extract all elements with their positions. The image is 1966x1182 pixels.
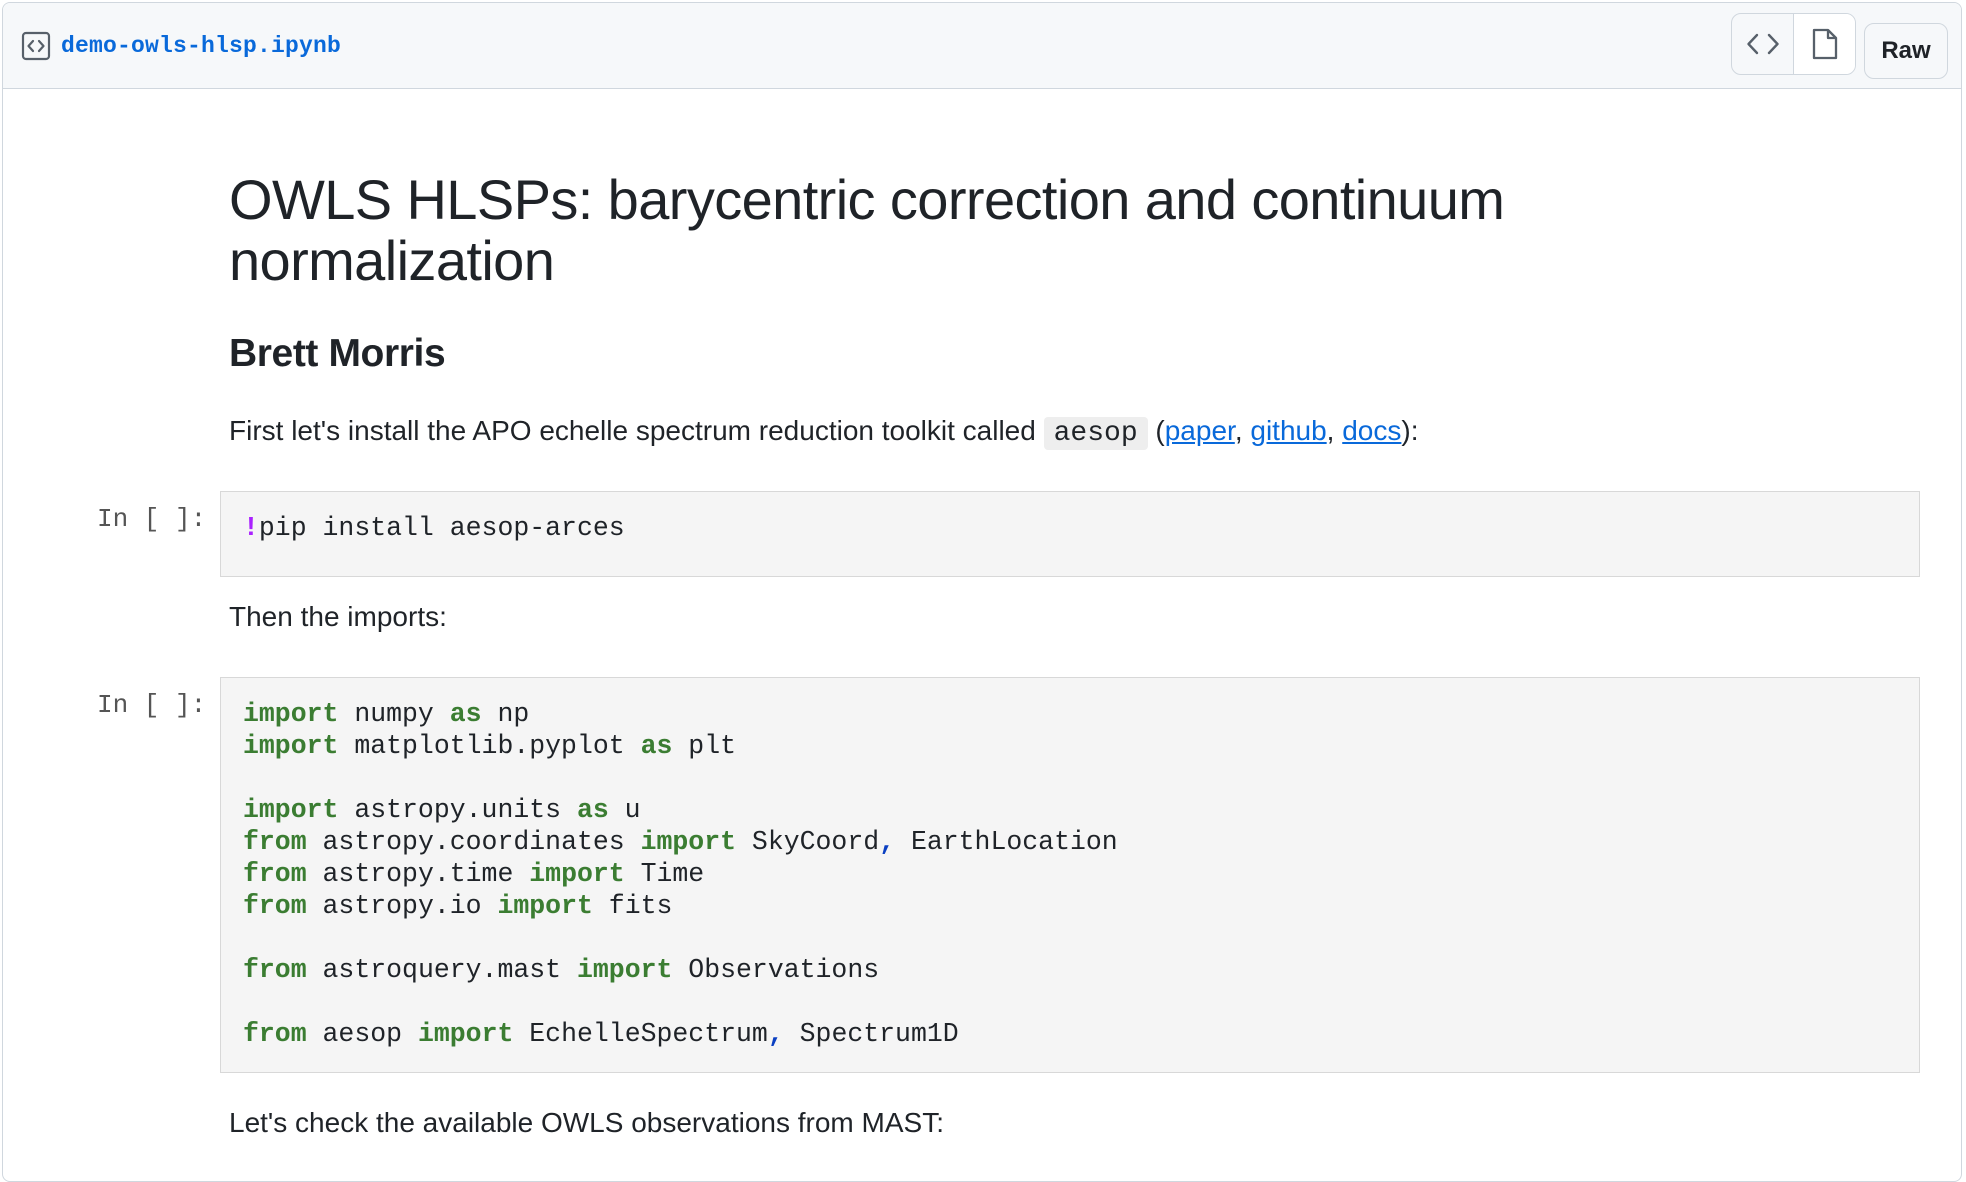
docs-link[interactable]: docs <box>1342 415 1401 446</box>
code-keyword: import <box>417 1019 514 1049</box>
code-token: numpy <box>338 699 450 729</box>
code-keyword: as <box>576 795 609 825</box>
code-token: EchelleSpectrum <box>513 1019 768 1049</box>
code-content: !pip install aesop-arces <box>243 512 1897 544</box>
code-keyword: from <box>243 859 307 889</box>
code-keyword: import <box>243 699 339 729</box>
file-name-link[interactable]: demo-owls-hlsp.ipynb <box>61 31 341 61</box>
code-token: astroquery.mast <box>306 955 577 985</box>
preview-button[interactable] <box>1793 14 1855 74</box>
code-keyword: as <box>640 731 673 761</box>
code-token: np <box>481 699 530 729</box>
code-token: plt <box>672 731 737 761</box>
code-keyword: import <box>497 891 593 921</box>
code-token: SkyCoord <box>736 827 880 857</box>
code-token: EarthLocation <box>895 827 1118 857</box>
cell-prompt: In [ ]: <box>97 504 207 534</box>
code-token: Spectrum1D <box>783 1019 959 1049</box>
code-keyword: from <box>243 891 307 921</box>
code-token: astropy.time <box>306 859 530 889</box>
raw-button[interactable]: Raw <box>1864 23 1948 79</box>
code-token: astropy.units <box>338 795 577 825</box>
code-content: import numpy as np import matplotlib.pyp… <box>243 698 1897 1050</box>
code-keyword: import <box>243 795 339 825</box>
code-token: Time <box>624 859 705 889</box>
view-toggle <box>1731 13 1856 75</box>
code-keyword: import <box>243 731 339 761</box>
code-keyword: from <box>243 827 307 857</box>
code-view-button[interactable] <box>1732 14 1793 74</box>
code-token: astropy.coordinates <box>306 827 641 857</box>
code-token: , <box>767 1019 784 1049</box>
code-token: ! <box>243 513 259 543</box>
text-then-imports: Then the imports: <box>229 601 447 632</box>
intro-close-paren: ): <box>1401 415 1419 446</box>
file-code-icon <box>21 31 51 61</box>
intro-paragraph: First let's install the APO echelle spec… <box>229 415 1419 450</box>
code-cell-imports[interactable]: import numpy as np import matplotlib.pyp… <box>220 677 1920 1073</box>
intro-open-paren: ( <box>1155 415 1165 446</box>
code-keyword: as <box>449 699 482 729</box>
code-token: aesop <box>306 1019 418 1049</box>
code-keyword: from <box>243 955 307 985</box>
notebook-title: OWLS HLSPs: barycentric correction and c… <box>229 168 1505 292</box>
intro-text: First let's install the APO echelle spec… <box>229 415 1036 446</box>
github-link[interactable]: github <box>1250 415 1326 446</box>
code-keyword: import <box>576 955 673 985</box>
code-token: astropy.io <box>306 891 498 921</box>
text-check-mast: Let's check the available OWLS observati… <box>229 1107 944 1138</box>
code-token: Observations <box>672 955 880 985</box>
code-token: fits <box>592 891 673 921</box>
code-cell-pip-install[interactable]: !pip install aesop-arces <box>220 491 1920 577</box>
code-keyword: import <box>529 859 625 889</box>
code-token: pip install aesop-arces <box>258 513 625 543</box>
notebook-file-view: demo-owls-hlsp.ipynb Raw OWLS HLSPs: bar… <box>2 2 1962 1182</box>
inline-code-aesop: aesop <box>1043 417 1148 450</box>
code-token: , <box>879 827 896 857</box>
code-keyword: import <box>640 827 737 857</box>
notebook-author: Brett Morris <box>229 332 446 375</box>
file-header: demo-owls-hlsp.ipynb Raw <box>3 3 1961 89</box>
file-icon <box>1812 28 1837 60</box>
code-icon <box>1746 33 1779 55</box>
code-token: u <box>608 795 641 825</box>
code-keyword: from <box>243 1019 307 1049</box>
code-token: matplotlib.pyplot <box>338 731 641 761</box>
cell-prompt: In [ ]: <box>97 690 207 720</box>
paper-link[interactable]: paper <box>1165 415 1235 446</box>
